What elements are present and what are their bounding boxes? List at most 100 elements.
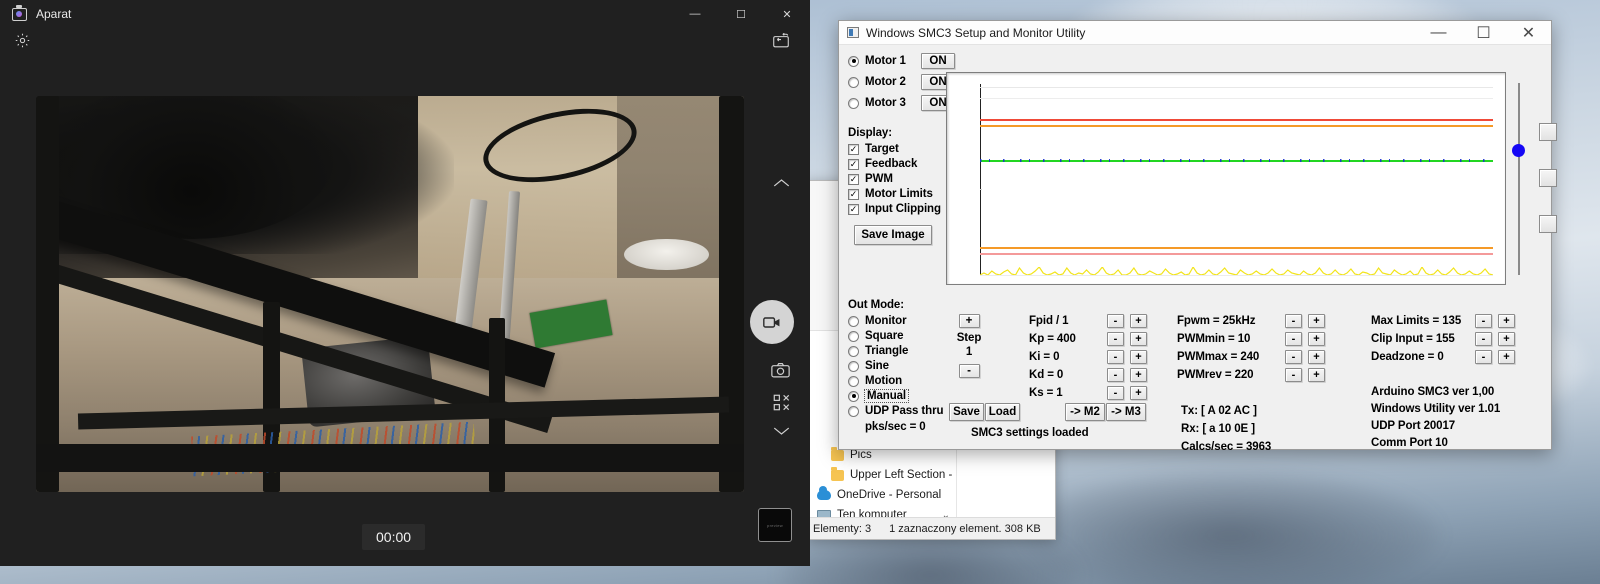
minimize-button[interactable]: — [1416, 21, 1461, 45]
pwmmax-minus-button[interactable]: - [1285, 350, 1302, 364]
out-mode-monitor-radio[interactable] [848, 315, 859, 327]
step-value: 1 [965, 346, 973, 358]
motor-row[interactable]: Motor 3 ON [848, 95, 955, 111]
motor-2-radio[interactable] [848, 76, 859, 88]
max-limits-minus-button[interactable]: - [1475, 314, 1492, 328]
deadzone-plus-button[interactable]: + [1498, 350, 1515, 364]
display-option[interactable]: ✓ PWM [848, 173, 941, 185]
deadzone-minus-button[interactable]: - [1475, 350, 1492, 364]
max-limits-plus-button[interactable]: + [1498, 314, 1515, 328]
close-button[interactable]: ✕ [764, 0, 810, 28]
camera-sidebar[interactable] [744, 28, 810, 566]
out-mode-square-radio[interactable] [848, 330, 859, 342]
explorer-nav-item[interactable]: OneDrive - Personal [807, 485, 956, 505]
step-increase-button[interactable]: + [958, 314, 980, 328]
explorer-nav-label: OneDrive - Personal [837, 489, 942, 501]
copy-to-m2-button[interactable]: -> M2 [1065, 403, 1105, 421]
kp-plus-button[interactable]: + [1130, 332, 1147, 346]
save-image-button[interactable]: Save Image [854, 225, 932, 245]
ks-minus-button[interactable]: - [1107, 386, 1124, 400]
graph-side-button-3[interactable] [1539, 215, 1557, 233]
minimize-button[interactable]: — [672, 0, 718, 28]
motor-3-radio[interactable] [848, 97, 859, 109]
graph-value-slider-track[interactable] [1518, 83, 1520, 275]
pwm-checkbox[interactable]: ✓ [848, 173, 859, 185]
pwmrev-label: PWMrev = 220 [1177, 369, 1254, 381]
kp-minus-button[interactable]: - [1107, 332, 1124, 346]
ks-plus-button[interactable]: + [1130, 386, 1147, 400]
pwmmin-plus-button[interactable]: + [1308, 332, 1325, 346]
camera-window[interactable]: Aparat — ☐ ✕ 00:00 preview [0, 0, 810, 566]
clip-input-plus-button[interactable]: + [1498, 332, 1515, 346]
out-mode-triangle-radio[interactable] [848, 345, 859, 357]
pwmmin-minus-button[interactable]: - [1285, 332, 1302, 346]
smc3-titlebar[interactable]: Windows SMC3 Setup and Monitor Utility —… [839, 21, 1551, 45]
photo-camera-icon[interactable] [771, 362, 790, 378]
smc3-window-controls[interactable]: — ☐ ✕ [1416, 21, 1551, 45]
barcode-scan-icon[interactable] [773, 394, 790, 411]
graph-value-slider-knob[interactable] [1512, 144, 1525, 157]
kd-minus-button[interactable]: - [1107, 368, 1124, 382]
display-option[interactable]: ✓ Feedback [848, 158, 941, 170]
step-decrease-button[interactable]: - [958, 364, 980, 378]
target-checkbox[interactable]: ✓ [848, 143, 859, 155]
out-mode-option[interactable]: Manual [848, 389, 943, 403]
out-mode-option[interactable]: Sine [848, 360, 943, 372]
load-button[interactable]: Load [985, 403, 1020, 421]
display-option[interactable]: ✓ Motor Limits [848, 188, 941, 200]
clip-input-minus-button[interactable]: - [1475, 332, 1492, 346]
desktop-shadow [1020, 470, 1440, 584]
motor-limits-checkbox[interactable]: ✓ [848, 188, 859, 200]
out-mode-sine-radio[interactable] [848, 360, 859, 372]
input-clipping-checkbox[interactable]: ✓ [848, 203, 859, 215]
display-heading: Display: [848, 127, 892, 139]
pwmrev-plus-button[interactable]: + [1308, 368, 1325, 382]
pid-param-row: Kd = 0 - + [1029, 368, 1147, 382]
out-mode-option[interactable]: UDP Pass thru [848, 405, 943, 417]
camera-titlebar[interactable]: Aparat — ☐ ✕ [0, 0, 810, 28]
explorer-nav-item[interactable]: Upper Left Section - DDI [807, 465, 956, 485]
out-mode-manual-radio[interactable] [848, 390, 859, 402]
chevron-up-icon[interactable] [773, 178, 790, 188]
out-mode-heading: Out Mode: [848, 299, 904, 311]
out-mode-option[interactable]: Triangle [848, 345, 943, 357]
out-mode-option[interactable]: Square [848, 330, 943, 342]
copy-to-m3-button[interactable]: -> M3 [1106, 403, 1146, 421]
kd-plus-button[interactable]: + [1130, 368, 1147, 382]
motor-1-radio[interactable] [848, 55, 859, 67]
pwmrev-minus-button[interactable]: - [1285, 368, 1302, 382]
gear-icon[interactable] [12, 30, 32, 50]
motor-row[interactable]: Motor 2 ON [848, 74, 955, 90]
fpwm-plus-button[interactable]: + [1308, 314, 1325, 328]
out-mode-option[interactable]: Monitor [848, 315, 943, 327]
maximize-button[interactable]: ☐ [718, 0, 764, 28]
motor-select-group[interactable]: Motor 1 ON Motor 2 ON Motor 3 ON [848, 53, 955, 111]
display-option[interactable]: ✓ Input Clipping [848, 203, 941, 215]
ki-plus-button[interactable]: + [1130, 350, 1147, 364]
close-button[interactable]: ✕ [1506, 21, 1551, 45]
maximize-button[interactable]: ☐ [1461, 21, 1506, 45]
step-control: + Step 1 - [949, 314, 989, 378]
fpid-minus-button[interactable]: - [1107, 314, 1124, 328]
ki-minus-button[interactable]: - [1107, 350, 1124, 364]
fpwm-minus-button[interactable]: - [1285, 314, 1302, 328]
motor-1-on-button[interactable]: ON [921, 53, 955, 69]
smc3-window[interactable]: Windows SMC3 Setup and Monitor Utility —… [838, 20, 1557, 453]
fpid-plus-button[interactable]: + [1130, 314, 1147, 328]
chevron-down-icon[interactable] [773, 426, 790, 436]
out-mode-udp-radio[interactable] [848, 405, 859, 417]
record-video-button[interactable] [750, 300, 794, 344]
graph-side-button-1[interactable] [1539, 123, 1557, 141]
camera-window-controls[interactable]: — ☐ ✕ [672, 0, 810, 28]
graph-side-button-2[interactable] [1539, 169, 1557, 187]
out-mode-motion-radio[interactable] [848, 375, 859, 387]
pwmmax-plus-button[interactable]: + [1308, 350, 1325, 364]
motor-row[interactable]: Motor 1 ON [848, 53, 955, 69]
explorer-nav-pane[interactable]: Pics Upper Left Section - DDI OneDrive -… [807, 439, 957, 521]
utility-version: Windows Utility ver 1.01 [1371, 403, 1501, 415]
display-option[interactable]: ✓ Target [848, 143, 941, 155]
feedback-checkbox[interactable]: ✓ [848, 158, 859, 170]
last-capture-thumbnail[interactable]: preview [758, 508, 792, 542]
save-button[interactable]: Save [949, 403, 984, 421]
out-mode-option[interactable]: Motion [848, 375, 943, 387]
